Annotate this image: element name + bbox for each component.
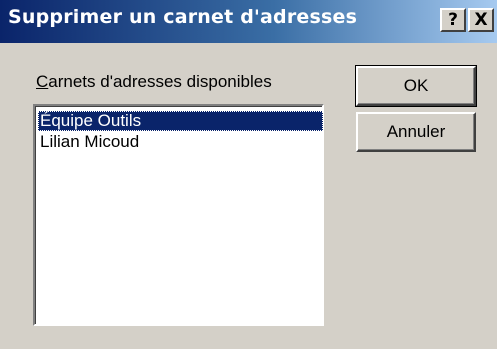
help-icon: ? — [448, 10, 458, 30]
dialog-title: Supprimer un carnet d'adresses — [8, 6, 358, 28]
label-accelerator: C — [36, 72, 49, 91]
help-button[interactable]: ? — [440, 8, 466, 32]
close-icon: X — [474, 10, 488, 30]
list-item-equipe-outils[interactable]: Équipe Outils — [38, 111, 323, 131]
close-button[interactable]: X — [468, 8, 494, 32]
address-books-listbox[interactable]: Équipe Outils Lilian Micoud — [33, 104, 324, 326]
available-address-books-label: Carnets d'adresses disponibles — [36, 72, 272, 92]
ok-button[interactable]: OK — [355, 65, 477, 107]
list-item-lilian-micoud[interactable]: Lilian Micoud — [38, 132, 139, 152]
label-text: arnets d'adresses disponibles — [48, 72, 272, 91]
title-bar[interactable]: Supprimer un carnet d'adresses ? X — [0, 0, 497, 43]
delete-address-book-dialog: Supprimer un carnet d'adresses ? X Carne… — [0, 0, 497, 349]
cancel-button[interactable]: Annuler — [356, 112, 476, 152]
